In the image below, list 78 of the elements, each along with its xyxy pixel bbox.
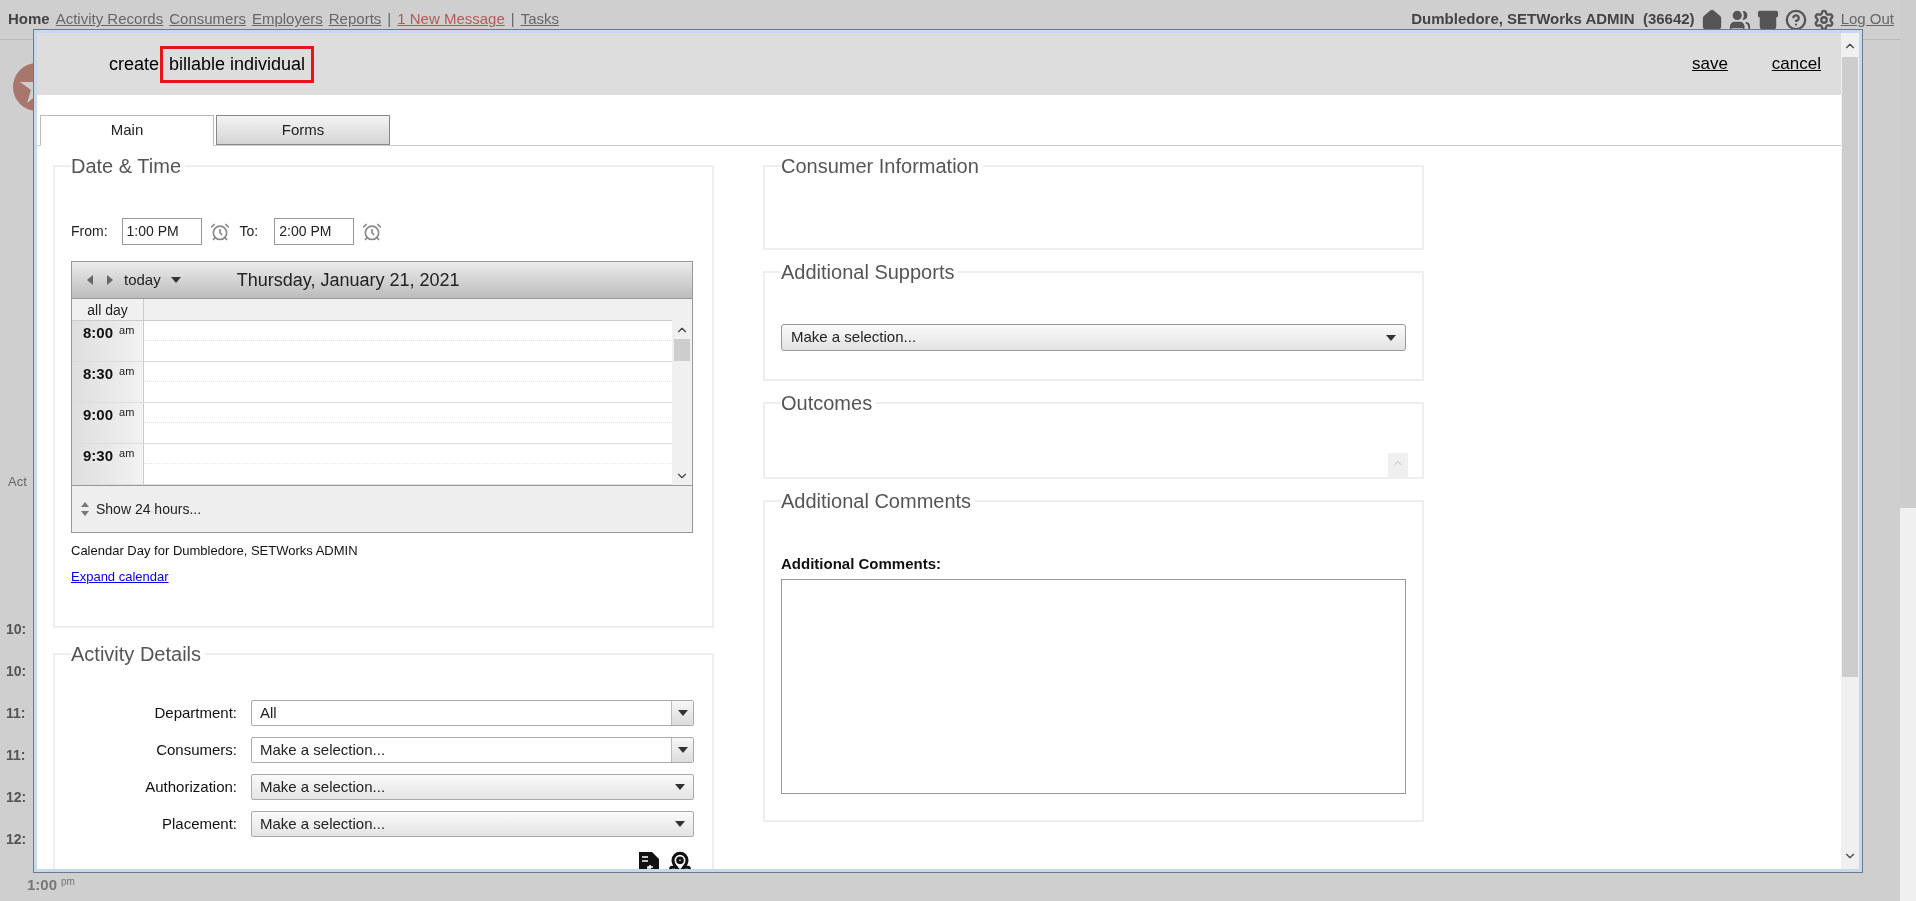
- caret-icon: [675, 784, 685, 790]
- scroll-thumb[interactable]: [1842, 57, 1858, 677]
- time-label: 11:: [6, 704, 27, 722]
- expand-icon[interactable]: [80, 501, 90, 517]
- calendar-caption: Calendar Day for Dumbledore, SETWorks ADMIN: [71, 542, 359, 560]
- dialog-title: create: [109, 52, 160, 76]
- time-label: 1:00: [27, 875, 58, 895]
- field-label: Placement:: [160, 813, 237, 834]
- field-label: Department:: [153, 702, 237, 723]
- caret-icon: [675, 821, 685, 827]
- nav-link[interactable]: Reports: [328, 8, 382, 31]
- field-label: To:: [239, 222, 259, 241]
- user-name: Dumbledore, SETWorks ADMIN (36642): [1411, 9, 1695, 30]
- meridiem-label: am: [119, 364, 135, 379]
- meridiem-label: pm: [61, 875, 75, 889]
- field-label: Authorization:: [144, 776, 237, 797]
- section-title: Outcomes: [781, 391, 874, 415]
- select-dropdown[interactable]: Make a selection...: [251, 774, 694, 800]
- select-dropdown[interactable]: Make a selection...: [781, 324, 1406, 351]
- column-header: Act: [8, 473, 27, 491]
- time-label: 10:: [6, 662, 27, 680]
- time-label: 10:: [6, 620, 27, 638]
- field-label: Consumers:: [155, 739, 237, 760]
- expand-calendar-link[interactable]: Expand calendar: [71, 566, 169, 586]
- show-hours-button[interactable]: Show 24 hours...: [96, 498, 202, 520]
- caret-icon: [170, 277, 181, 283]
- field-label: From:: [71, 222, 108, 241]
- alarm-clock-icon[interactable]: [362, 221, 383, 242]
- combo-box[interactable]: Make a selection...: [251, 737, 694, 763]
- time-slot-label: 9:30: [83, 446, 114, 466]
- caret-icon: [677, 747, 688, 753]
- action-link[interactable]: cancel: [1771, 51, 1821, 77]
- time-label: 12:: [6, 830, 27, 848]
- nav-link[interactable]: Employers: [251, 8, 323, 31]
- comments-field[interactable]: [781, 578, 1406, 794]
- section-title: Activity Details: [71, 642, 203, 666]
- section-title: Date & Time: [71, 154, 183, 178]
- field-label: Additional Comments:: [781, 554, 942, 574]
- meridiem-label: am: [119, 446, 135, 461]
- caret-icon: [1386, 334, 1396, 341]
- nav-separator: |: [387, 9, 392, 30]
- time-field[interactable]: 2:00 PM: [274, 218, 355, 245]
- time-slot-label: 8:30: [83, 364, 114, 384]
- combo-box[interactable]: All: [251, 700, 694, 726]
- tab[interactable]: Forms: [216, 115, 390, 145]
- section-title: Additional Supports: [781, 260, 956, 284]
- action-link[interactable]: save: [1691, 51, 1728, 77]
- alarm-clock-icon[interactable]: [209, 221, 230, 242]
- time-label: 11:: [6, 746, 27, 764]
- time-slot-label: 8:00: [83, 323, 114, 343]
- previous-icon[interactable]: [86, 274, 94, 286]
- nav-link[interactable]: Home: [8, 8, 50, 31]
- help-icon[interactable]: [1784, 8, 1807, 31]
- scroll-thumb[interactable]: [674, 339, 690, 361]
- meridiem-label: am: [119, 405, 135, 420]
- archive-icon[interactable]: [1756, 8, 1779, 31]
- nav-separator: |: [510, 9, 515, 30]
- today-button[interactable]: today: [124, 268, 161, 292]
- time-label: 12:: [6, 788, 27, 806]
- highlighted-title: billable individual: [160, 45, 315, 83]
- meridiem-label: am: [119, 323, 135, 338]
- tab[interactable]: Main: [40, 115, 214, 146]
- settings-icon[interactable]: [1812, 8, 1835, 31]
- nav-link[interactable]: Tasks: [520, 8, 560, 31]
- section-title: Consumer Information: [781, 154, 980, 178]
- calendar-date: Thursday, January 21, 2021: [236, 268, 460, 292]
- nav-link[interactable]: Consumers: [169, 8, 246, 31]
- section-title: Additional Comments: [781, 489, 973, 513]
- next-icon[interactable]: [106, 274, 114, 286]
- select-dropdown[interactable]: Make a selection...: [251, 811, 694, 837]
- caret-icon: [677, 710, 688, 716]
- nav-link[interactable]: Activity Records: [55, 8, 164, 31]
- users-icon[interactable]: [1728, 8, 1751, 31]
- time-field[interactable]: 1:00 PM: [121, 218, 202, 245]
- all-day-label: all day: [72, 299, 144, 320]
- home-icon[interactable]: [1700, 8, 1723, 31]
- time-slot-label: 9:00: [83, 405, 114, 425]
- logout-link[interactable]: Log Out: [1840, 8, 1894, 31]
